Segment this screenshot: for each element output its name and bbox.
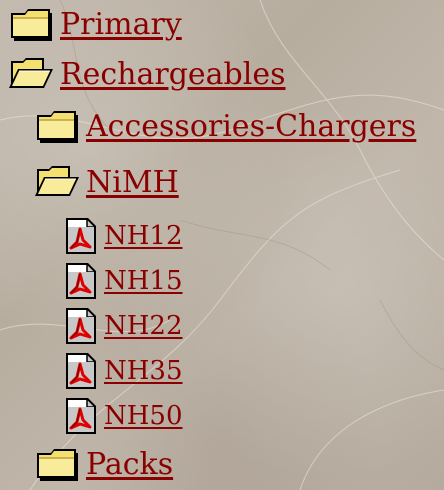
link-nh12[interactable]: NH12 — [104, 221, 183, 251]
link-primary[interactable]: Primary — [60, 7, 182, 42]
link-nh35[interactable]: NH35 — [104, 356, 183, 386]
link-packs[interactable]: Packs — [86, 447, 173, 482]
tree-item-accessories-chargers[interactable]: Accessories-Chargers — [34, 108, 416, 144]
folder-closed-icon — [34, 108, 80, 144]
list-item-nh50[interactable]: NH50 — [64, 396, 183, 436]
folder-closed-icon — [34, 446, 80, 482]
link-nh15[interactable]: NH15 — [104, 266, 183, 296]
list-item-nh12[interactable]: NH12 — [64, 216, 183, 256]
tree-item-rechargeables[interactable]: Rechargeables — [8, 56, 285, 92]
link-rechargeables[interactable]: Rechargeables — [60, 57, 285, 92]
link-accessories-chargers[interactable]: Accessories-Chargers — [86, 109, 416, 144]
pdf-document-icon — [64, 306, 98, 346]
tree-item-nimh[interactable]: NiMH — [34, 164, 179, 200]
folder-open-icon — [8, 56, 54, 92]
tree-item-primary[interactable]: Primary — [8, 6, 182, 42]
list-item-nh22[interactable]: NH22 — [64, 306, 183, 346]
folder-open-icon — [34, 164, 80, 200]
folder-closed-icon — [8, 6, 54, 42]
tree-item-packs[interactable]: Packs — [34, 446, 173, 482]
pdf-document-icon — [64, 261, 98, 301]
list-item-nh15[interactable]: NH15 — [64, 261, 183, 301]
pdf-document-icon — [64, 216, 98, 256]
link-nh22[interactable]: NH22 — [104, 311, 183, 341]
link-nimh[interactable]: NiMH — [86, 165, 179, 200]
pdf-document-icon — [64, 351, 98, 391]
link-nh50[interactable]: NH50 — [104, 401, 183, 431]
list-item-nh35[interactable]: NH35 — [64, 351, 183, 391]
pdf-document-icon — [64, 396, 98, 436]
